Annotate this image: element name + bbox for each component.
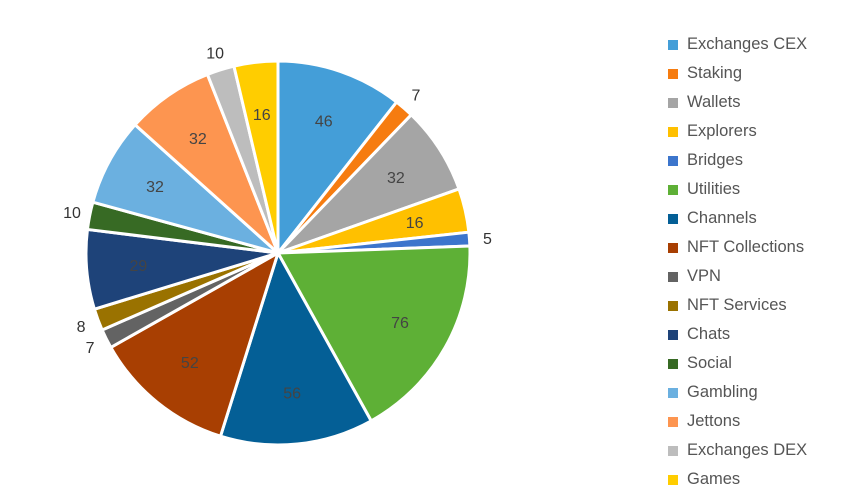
legend-label: NFT Services	[687, 296, 787, 314]
legend-swatch	[668, 126, 678, 137]
legend-swatch	[668, 271, 678, 282]
legend-item: Games	[668, 465, 807, 494]
legend-label: Games	[687, 470, 741, 488]
legend-swatch	[668, 329, 678, 340]
legend-label: Bridges	[687, 151, 743, 169]
legend-item: Explorers	[668, 117, 807, 146]
data-label: 32	[189, 131, 207, 148]
data-label: 46	[315, 114, 333, 131]
legend-label: Staking	[687, 64, 743, 82]
legend-label: Utilities	[687, 180, 741, 198]
legend-item: Bridges	[668, 146, 807, 175]
legend-label: Explorers	[687, 122, 757, 140]
legend-swatch	[668, 97, 678, 108]
data-label: 76	[391, 315, 409, 332]
legend-label: Channels	[687, 209, 757, 227]
legend-label: VPN	[687, 267, 721, 285]
legend-item: NFT Collections	[668, 233, 807, 262]
data-label: 32	[146, 179, 164, 196]
legend-item: Utilities	[668, 175, 807, 204]
legend-label: Gambling	[687, 383, 758, 401]
legend-label: Exchanges CEX	[687, 35, 808, 53]
legend-swatch	[668, 155, 678, 166]
data-label: 56	[283, 385, 301, 402]
data-label: 16	[253, 107, 271, 124]
legend-item: Chats	[668, 320, 807, 349]
data-label: 52	[181, 355, 199, 372]
data-label: 7	[86, 340, 95, 357]
data-label: 7	[411, 88, 420, 105]
legend-label: Chats	[687, 325, 731, 343]
data-label: 8	[77, 319, 86, 336]
legend-item: Staking	[668, 59, 807, 88]
legend-label: Social	[687, 354, 732, 372]
legend-item: Gambling	[668, 378, 807, 407]
legend-item: Channels	[668, 204, 807, 233]
legend-label: NFT Collections	[687, 238, 805, 256]
data-label: 10	[63, 205, 81, 222]
legend-swatch	[668, 213, 678, 224]
legend: Exchanges CEX Staking Wallets Explorers Brid…	[668, 30, 807, 494]
data-label: 16	[406, 215, 424, 232]
legend-swatch	[668, 300, 678, 311]
pie-chart: 4673216576565278291032321016	[63, 46, 492, 447]
legend-item: Social	[668, 349, 807, 378]
legend-label: Wallets	[687, 93, 741, 111]
legend-swatch	[668, 184, 678, 195]
data-label: 32	[387, 170, 405, 187]
data-label: 5	[483, 231, 492, 248]
legend-swatch	[668, 416, 678, 427]
legend-swatch	[668, 474, 678, 485]
legend-swatch	[668, 39, 678, 50]
legend-item: Wallets	[668, 88, 807, 117]
legend-swatch	[668, 387, 678, 398]
legend-swatch	[668, 445, 678, 456]
legend-item: VPN	[668, 262, 807, 291]
legend-item: Jettons	[668, 407, 807, 436]
legend-item: NFT Services	[668, 291, 807, 320]
legend-label: Exchanges DEX	[687, 441, 808, 459]
legend-swatch	[668, 358, 678, 369]
data-label: 10	[206, 46, 224, 63]
legend-swatch	[668, 242, 678, 253]
legend-item: Exchanges CEX	[668, 30, 807, 59]
legend-label: Jettons	[687, 412, 741, 430]
data-label: 29	[129, 258, 147, 275]
legend-item: Exchanges DEX	[668, 436, 807, 465]
legend-swatch	[668, 68, 678, 79]
